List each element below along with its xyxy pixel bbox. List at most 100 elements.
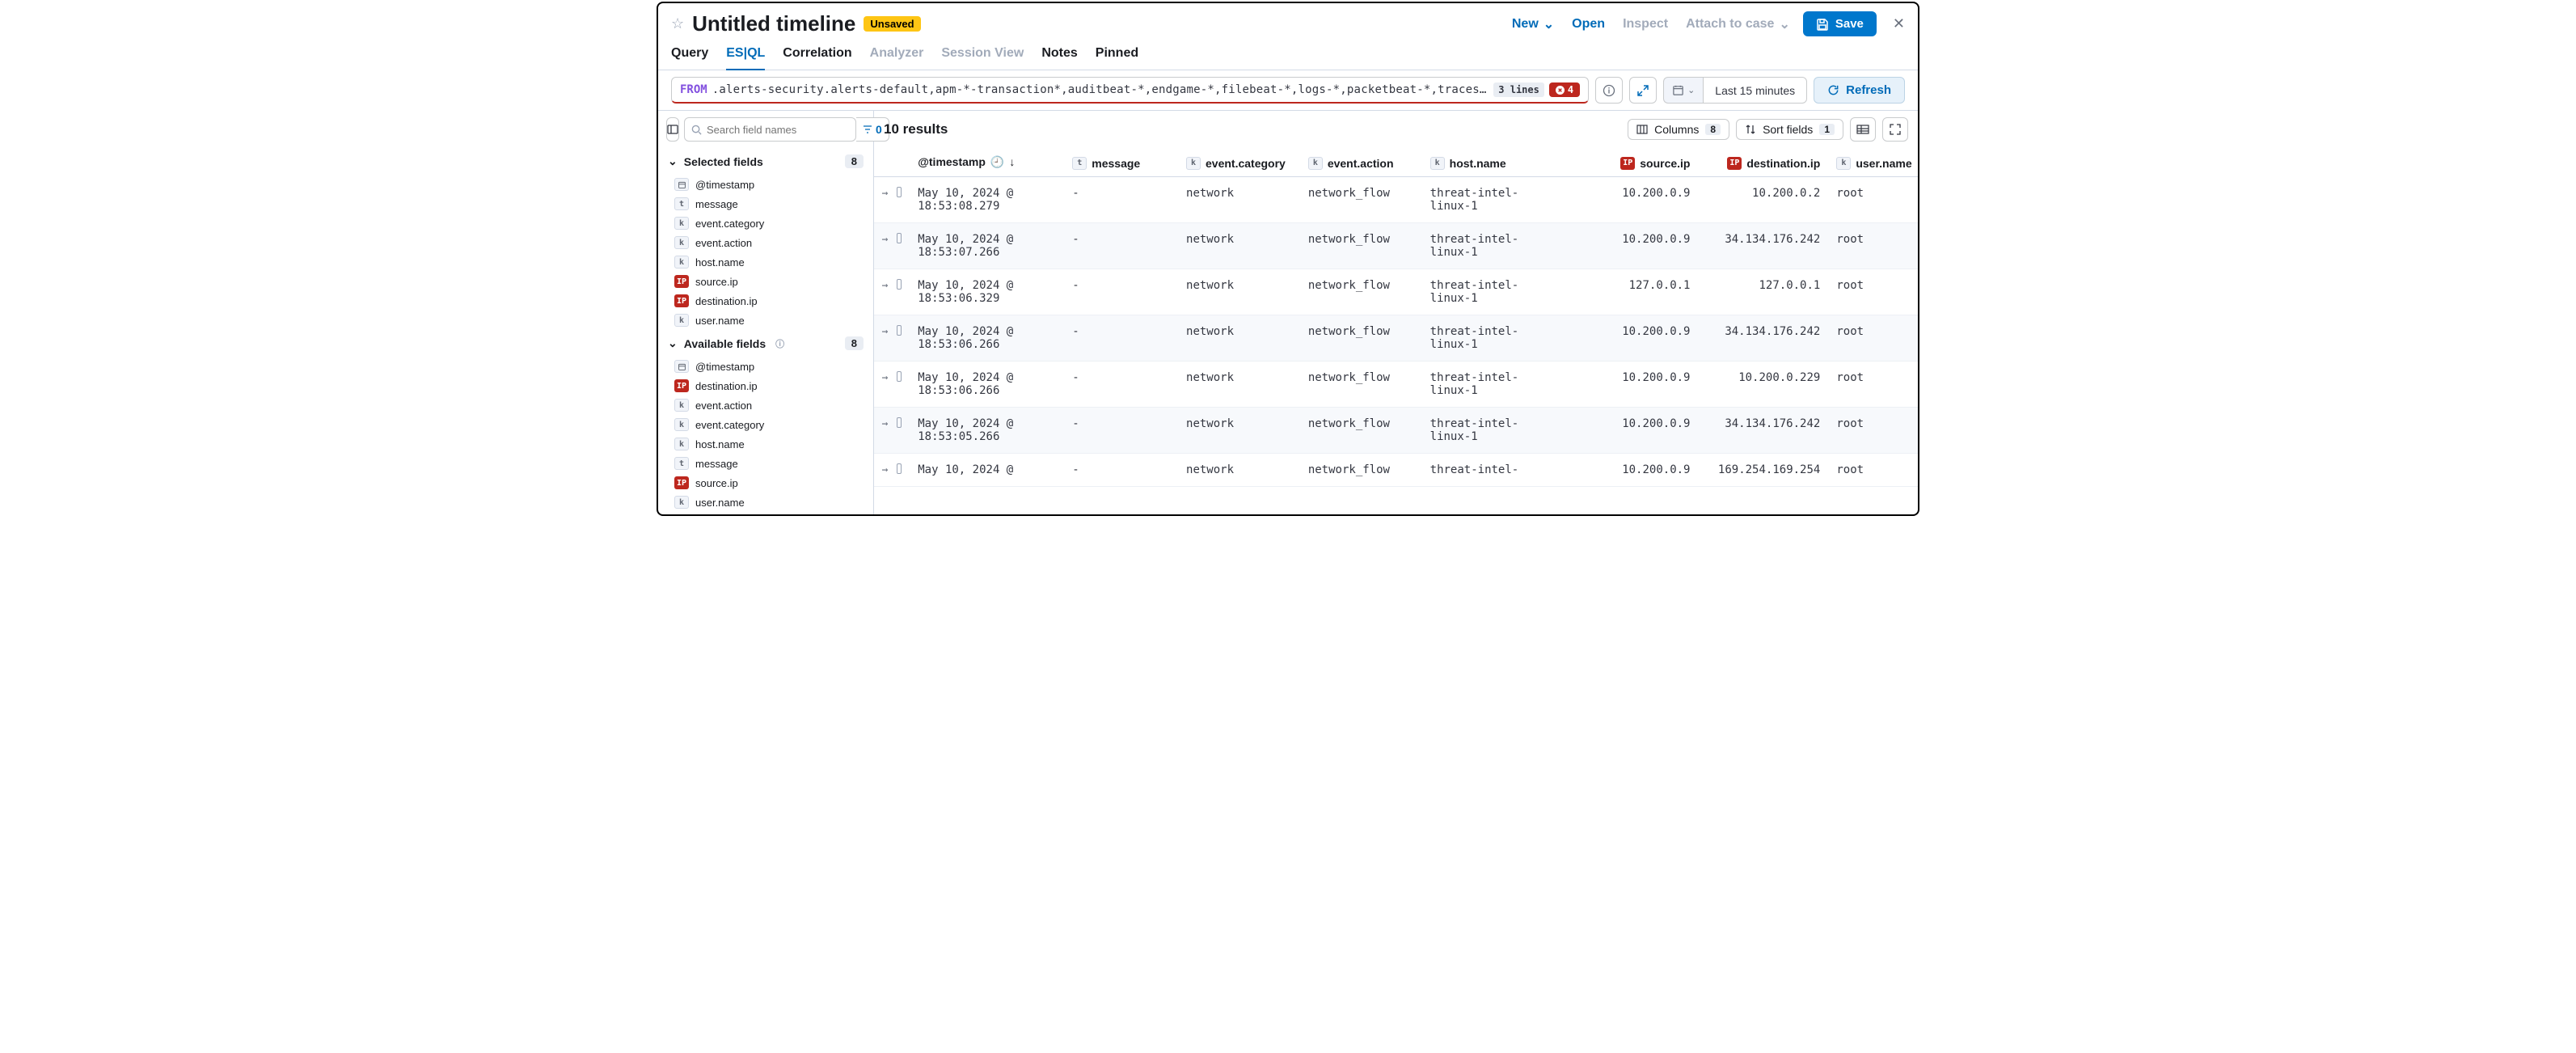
available-fields-header[interactable]: ⌄ Available fields ⓘ 8 <box>658 330 873 357</box>
field-label: destination.ip <box>695 295 758 307</box>
cell-event-action: network_flow <box>1300 222 1422 269</box>
display-options-button[interactable] <box>1850 117 1876 142</box>
col-destination-ip[interactable]: IP destination.ip <box>1698 148 1828 176</box>
new-button[interactable]: New ⌄ <box>1507 13 1559 36</box>
expand-row-icon[interactable]: ↗ <box>879 186 892 199</box>
cell-timestamp: May 10, 2024 @ 18:53:06.266 <box>910 361 1064 407</box>
tab-pinned[interactable]: Pinned <box>1096 41 1138 70</box>
col-timestamp[interactable]: @timestamp 🕘 ↓ <box>910 148 1064 176</box>
keyword-type-icon: k <box>674 314 689 327</box>
date-range-label[interactable]: Last 15 minutes <box>1703 77 1807 104</box>
field-item[interactable]: IPdestination.ip <box>658 376 873 395</box>
text-type-icon: t <box>674 457 689 470</box>
field-item[interactable]: tmessage <box>658 454 873 473</box>
cell-user-name: root <box>1828 222 1918 269</box>
results-count: 10 results <box>884 121 948 137</box>
expand-row-icon[interactable]: ↗ <box>879 232 892 245</box>
row-checkbox[interactable] <box>897 279 902 290</box>
new-label: New <box>1512 17 1539 32</box>
filter-icon <box>863 125 872 134</box>
row-checkbox[interactable] <box>897 233 902 243</box>
table-row: ↗ May 10, 2024 @ 18:53:08.279 - network … <box>874 176 1918 222</box>
row-checkbox[interactable] <box>897 463 902 474</box>
row-checkbox[interactable] <box>897 325 902 336</box>
esql-query-input[interactable]: FROM .alerts-security.alerts-default,apm… <box>671 77 1589 104</box>
selected-fields-header[interactable]: ⌄ Selected fields 8 <box>658 148 873 175</box>
field-item[interactable]: kuser.name <box>658 493 873 512</box>
expand-query-button[interactable] <box>1629 77 1657 104</box>
expand-row-icon[interactable]: ↗ <box>879 278 892 291</box>
tab-notes[interactable]: Notes <box>1041 41 1077 70</box>
expand-row-icon[interactable]: ↗ <box>879 417 892 429</box>
cell-source-ip: 10.200.0.9 <box>1593 453 1699 486</box>
field-label: message <box>695 198 738 210</box>
row-checkbox[interactable] <box>897 187 902 197</box>
info-icon[interactable]: ⓘ <box>775 337 784 350</box>
text-type-icon: t <box>674 197 689 210</box>
cell-event-category: network <box>1178 222 1300 269</box>
row-checkbox[interactable] <box>897 371 902 382</box>
field-item[interactable]: k host.name <box>658 434 873 454</box>
date-picker[interactable]: ⌄ Last 15 minutes <box>1663 77 1807 104</box>
keyword-type-icon: k <box>674 418 689 431</box>
table-header-row: @timestamp 🕘 ↓ t message k event.categor… <box>874 148 1918 176</box>
cell-source-ip: 10.200.0.9 <box>1593 176 1699 222</box>
attach-to-case-button: Attach to case ⌄ <box>1681 13 1795 36</box>
attach-label: Attach to case <box>1686 17 1774 32</box>
open-button[interactable]: Open <box>1567 14 1610 35</box>
cell-event-category: network <box>1178 407 1300 453</box>
col-source-ip[interactable]: IP source.ip <box>1593 148 1699 176</box>
field-label: host.name <box>695 438 745 450</box>
field-item[interactable]: IPsource.ip <box>658 272 873 291</box>
field-item[interactable]: kuser.name <box>658 311 873 330</box>
refresh-button[interactable]: Refresh <box>1814 77 1905 104</box>
field-item[interactable]: IPdestination.ip <box>658 291 873 311</box>
field-item[interactable]: kevent.action <box>658 395 873 415</box>
field-item[interactable]: @timestamp <box>658 357 873 376</box>
col-user-name[interactable]: k user.name <box>1828 148 1918 176</box>
save-button[interactable]: Save <box>1803 11 1877 36</box>
field-item[interactable]: kevent.action <box>658 233 873 252</box>
field-item[interactable]: kevent.category <box>658 214 873 233</box>
col-event-category[interactable]: k event.category <box>1178 148 1300 176</box>
row-checkbox[interactable] <box>897 417 902 428</box>
error-count: 4 <box>1568 84 1573 95</box>
cell-user-name: root <box>1828 453 1918 486</box>
field-item[interactable]: khost.name <box>658 252 873 272</box>
col-message[interactable]: t message <box>1064 148 1178 176</box>
columns-button[interactable]: Columns 8 <box>1628 119 1729 140</box>
date-quick-select[interactable]: ⌄ <box>1663 77 1703 104</box>
sort-count: 1 <box>1819 124 1835 135</box>
col-event-action[interactable]: k event.action <box>1300 148 1422 176</box>
field-search-box[interactable] <box>684 117 856 142</box>
keyword-type-icon: k <box>1308 157 1323 170</box>
error-badge[interactable]: 4 <box>1549 82 1580 97</box>
ip-type-icon: IP <box>1727 157 1742 170</box>
toggle-sidebar-button[interactable] <box>666 117 679 142</box>
favorite-star-icon[interactable]: ☆ <box>671 15 684 32</box>
expand-row-icon[interactable]: ↗ <box>879 370 892 383</box>
field-item[interactable]: kevent.category <box>658 415 873 434</box>
keyword-type-icon: k <box>674 438 689 450</box>
field-label: event.category <box>695 218 764 230</box>
field-item[interactable]: t message <box>658 194 873 214</box>
sort-fields-button[interactable]: Sort fields 1 <box>1736 119 1843 140</box>
field-item[interactable]: @timestamp <box>658 175 873 194</box>
expand-row-icon[interactable]: ↗ <box>879 463 892 476</box>
expand-row-icon[interactable]: ↗ <box>879 324 892 337</box>
field-search-input[interactable] <box>707 124 849 136</box>
fullscreen-button[interactable] <box>1882 117 1908 142</box>
col-host-name[interactable]: k host.name <box>1422 148 1593 176</box>
tab-session-view: Session View <box>941 41 1024 70</box>
table-body: ↗ May 10, 2024 @ 18:53:08.279 - network … <box>874 176 1918 486</box>
query-help-button[interactable] <box>1595 77 1623 104</box>
close-icon[interactable]: ✕ <box>1893 15 1905 32</box>
field-item[interactable]: IPsource.ip <box>658 473 873 493</box>
cell-host-name: threat-intel- linux-1 <box>1422 315 1593 361</box>
tab-correlation[interactable]: Correlation <box>783 41 851 70</box>
calendar-icon <box>1672 84 1684 96</box>
tab-esql[interactable]: ES|QL <box>726 41 765 70</box>
keyword-type-icon: k <box>674 236 689 249</box>
tab-query[interactable]: Query <box>671 41 708 70</box>
fullscreen-icon <box>1890 124 1901 135</box>
